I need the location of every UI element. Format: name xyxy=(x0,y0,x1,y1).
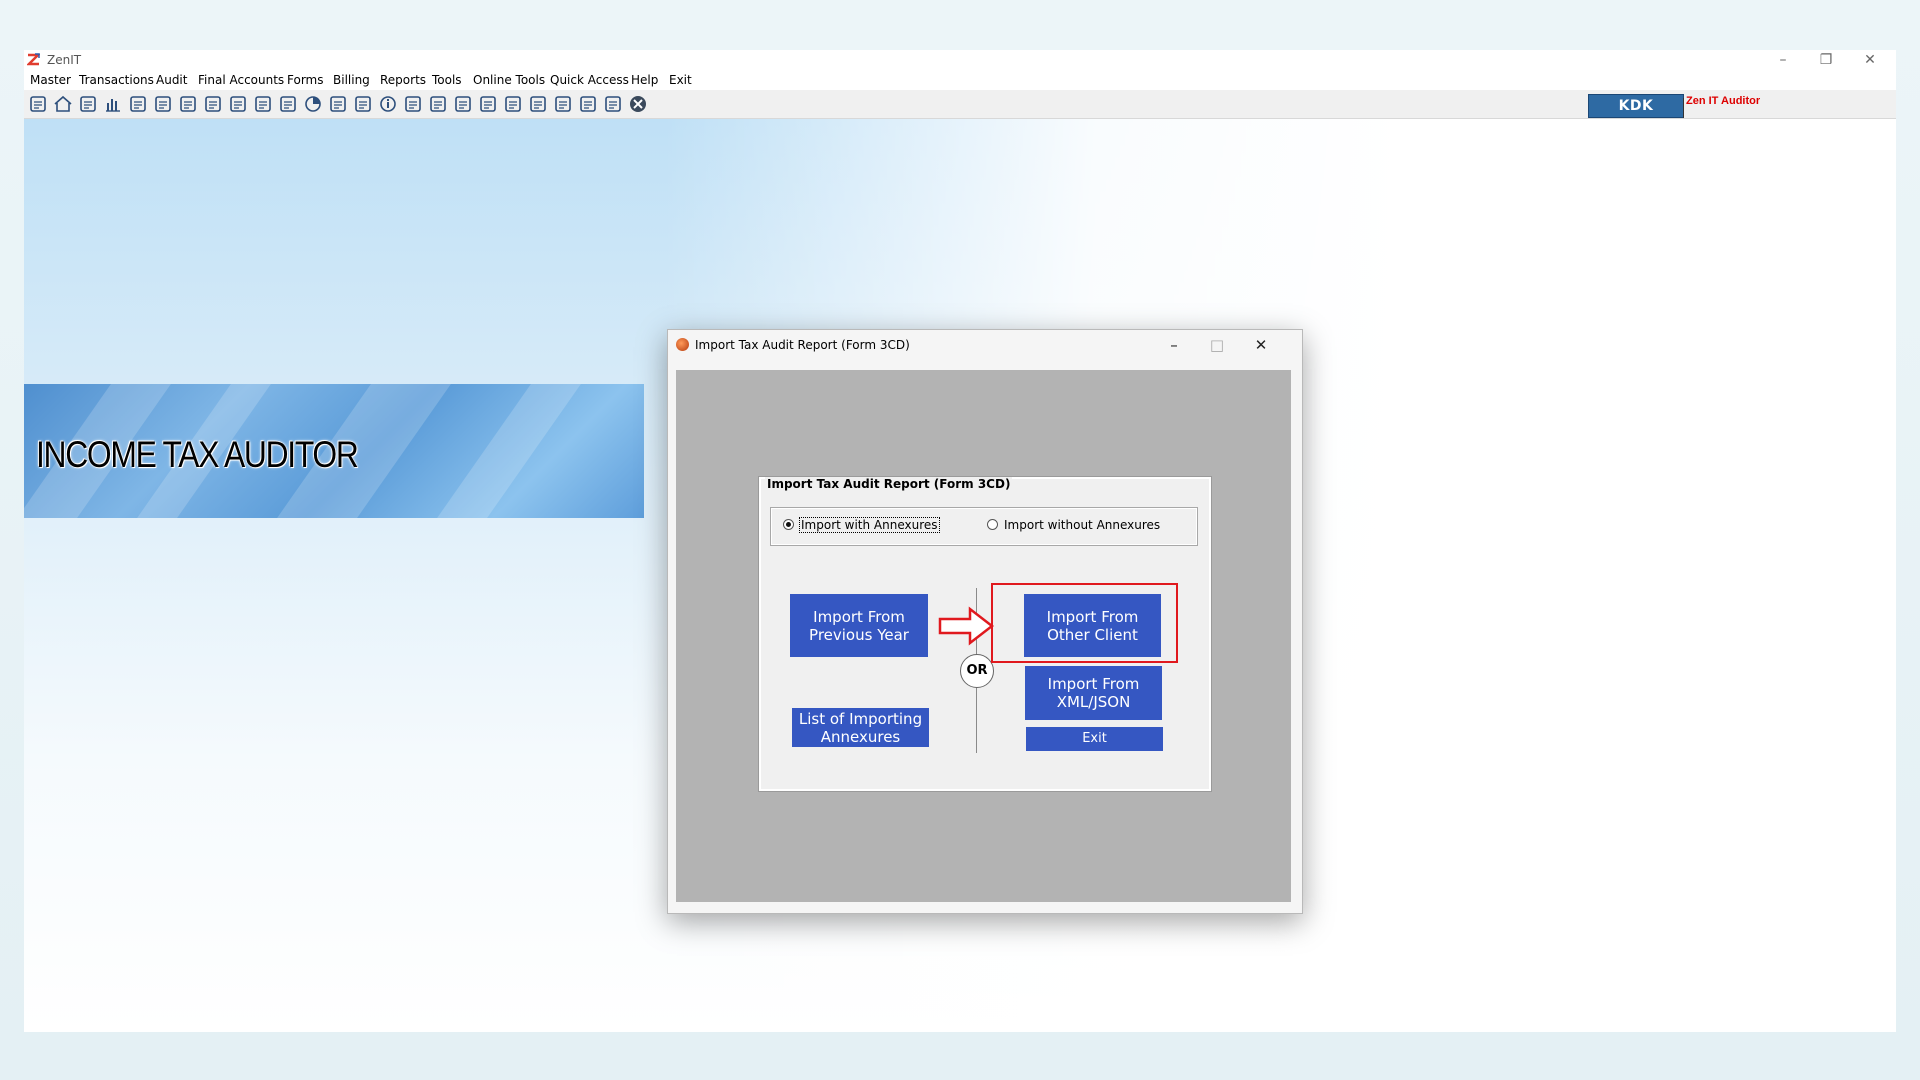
pay-icon[interactable] xyxy=(328,95,348,113)
button-line: Other Client xyxy=(1047,625,1138,644)
app-titlebar: ZenIT – ❐ ✕ xyxy=(24,50,1896,70)
tools-icon[interactable] xyxy=(178,95,198,113)
group-icon[interactable] xyxy=(553,95,573,113)
menu-help[interactable]: Help xyxy=(631,73,658,87)
import-other-client-button[interactable]: Import From Other Client xyxy=(1024,594,1161,657)
import-dialog: Import Tax Audit Report (Form 3CD) – □ ✕… xyxy=(667,329,1303,914)
close-circle-icon[interactable] xyxy=(628,95,648,113)
refresh-icon[interactable] xyxy=(478,95,498,113)
or-label: OR xyxy=(960,654,994,688)
sheet-icon[interactable] xyxy=(403,95,423,113)
disc-icon[interactable] xyxy=(253,95,273,113)
button-line: Previous Year xyxy=(809,625,909,644)
banner-title: INCOME TAX AUDITOR xyxy=(36,434,359,475)
app-title: ZenIT xyxy=(47,53,82,67)
gift-icon[interactable] xyxy=(128,95,148,113)
menu-online-tools[interactable]: Online Tools xyxy=(473,73,545,87)
copy-icon[interactable] xyxy=(503,95,523,113)
button-line: Annexures xyxy=(820,727,901,746)
minimize-button[interactable]: – xyxy=(1763,50,1803,70)
menu-tools[interactable]: Tools xyxy=(432,73,462,87)
dialog-body: Import Tax Audit Report (Form 3CD) Impor… xyxy=(676,370,1291,902)
exit-button[interactable]: Exit xyxy=(1026,727,1163,751)
kdk-assist-button[interactable]: KDK ASSIST xyxy=(1588,94,1684,136)
3cd-icon[interactable] xyxy=(578,95,598,113)
radio-without-label: Import without Annexures xyxy=(1004,518,1161,532)
dialog-minimize-button[interactable]: – xyxy=(1159,334,1189,356)
radio-with-label: Import with Annexures xyxy=(799,517,940,533)
restore-button[interactable]: ❐ xyxy=(1806,50,1846,70)
zen-it-auditor-label: Zen IT Auditor xyxy=(1686,95,1761,107)
menu-billing[interactable]: Billing xyxy=(333,73,370,87)
report-icon[interactable] xyxy=(603,95,623,113)
menu-transactions[interactable]: Transactions xyxy=(79,73,154,87)
home-icon[interactable] xyxy=(53,95,73,113)
filter-icon[interactable] xyxy=(203,95,223,113)
banner-stripe xyxy=(437,384,581,518)
radio-import-with-annexures[interactable]: Import with Annexures xyxy=(783,517,940,533)
dialog-close-button[interactable]: ✕ xyxy=(1246,334,1276,356)
radio-import-without-annexures[interactable]: Import without Annexures xyxy=(987,518,1160,532)
dialog-titlebar: Import Tax Audit Report (Form 3CD) – □ ✕ xyxy=(668,330,1302,360)
banner: INCOME TAX AUDITOR xyxy=(24,384,644,518)
users-icon[interactable] xyxy=(153,95,173,113)
close-button[interactable]: ✕ xyxy=(1850,50,1890,70)
menu-audit[interactable]: Audit xyxy=(156,73,187,87)
menu-reports[interactable]: Reports xyxy=(380,73,426,87)
import-previous-year-button[interactable]: Import From Previous Year xyxy=(790,594,928,657)
info-icon[interactable] xyxy=(378,95,398,113)
menu-final-accounts[interactable]: Final Accounts xyxy=(198,73,284,87)
arrow-right-icon xyxy=(938,606,995,646)
radio-selected-icon xyxy=(783,519,794,530)
app-window: ZenIT – ❐ ✕ Master Transactions Audit Fi… xyxy=(24,50,1896,1032)
menu-bar: Master Transactions Audit Final Accounts… xyxy=(24,70,1896,91)
dialog-maximize-button: □ xyxy=(1209,336,1225,354)
button-line: Import From xyxy=(1046,607,1139,626)
menu-exit[interactable]: Exit xyxy=(669,73,692,87)
dialog-title: Import Tax Audit Report (Form 3CD) xyxy=(695,338,910,352)
button-line: List of Importing xyxy=(798,709,923,728)
exit-label: Exit xyxy=(1082,731,1107,746)
radio-frame: Import with Annexures Import without Ann… xyxy=(770,507,1198,546)
menu-forms[interactable]: Forms xyxy=(287,73,323,87)
button-line: Import From xyxy=(813,607,905,626)
book-icon[interactable] xyxy=(353,95,373,113)
radio-unselected-icon xyxy=(987,519,998,530)
client-card-icon[interactable] xyxy=(28,95,48,113)
menu-quick-access[interactable]: Quick Access xyxy=(550,73,629,87)
zenit-logo-icon xyxy=(27,53,40,66)
button-line: Import From xyxy=(1047,675,1140,693)
bar-chart-icon[interactable] xyxy=(103,95,123,113)
calculator-icon[interactable] xyxy=(278,95,298,113)
pie-icon[interactable] xyxy=(303,95,323,113)
import-groupbox: Import Tax Audit Report (Form 3CD) Impor… xyxy=(759,477,1211,791)
list-importing-annexures-button[interactable]: List of Importing Annexures xyxy=(792,708,929,747)
import-xml-json-button[interactable]: Import From XML/JSON xyxy=(1025,666,1162,720)
dialog-app-icon xyxy=(676,338,689,351)
toolbar-separator xyxy=(1683,98,1684,118)
search-doc-icon[interactable] xyxy=(428,95,448,113)
calendar-icon[interactable] xyxy=(453,95,473,113)
groupbox-title: Import Tax Audit Report (Form 3CD) xyxy=(765,477,1013,491)
menu-master[interactable]: Master xyxy=(30,73,71,87)
tax-icon[interactable] xyxy=(228,95,248,113)
button-line: XML/JSON xyxy=(1056,693,1131,711)
building-icon[interactable] xyxy=(78,95,98,113)
form-icon[interactable] xyxy=(528,95,548,113)
